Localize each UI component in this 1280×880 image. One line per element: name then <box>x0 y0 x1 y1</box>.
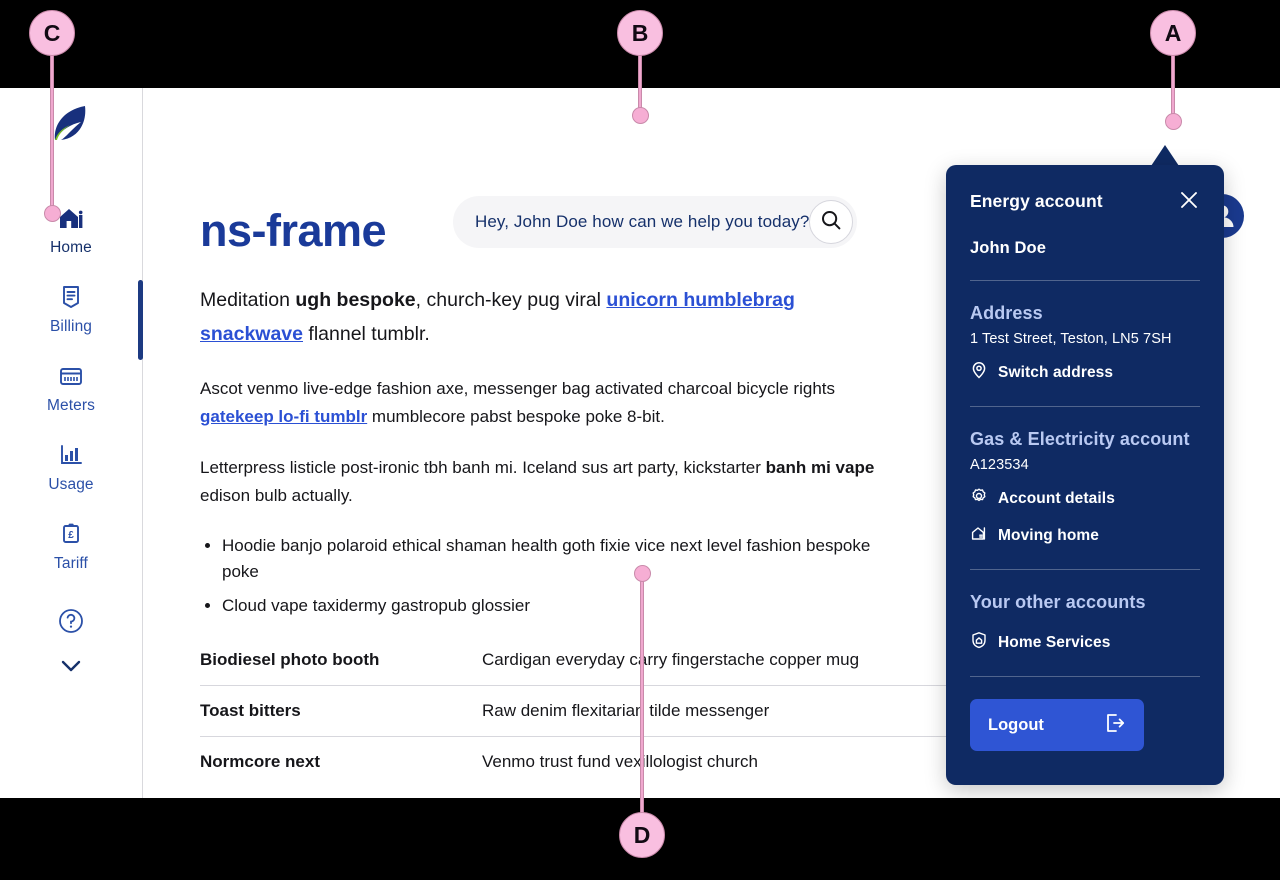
list-item: Hoodie banjo polaroid ethical shaman hea… <box>222 533 900 584</box>
account-panel-header: Energy account <box>970 191 1200 216</box>
switch-address-link[interactable]: Switch address <box>970 361 1200 384</box>
help-circle-icon <box>57 607 85 640</box>
tariff-icon: £ <box>56 519 86 549</box>
logout-button[interactable]: Logout <box>970 699 1144 751</box>
gear-icon <box>970 487 988 510</box>
para3-bold-1: banh mi vape <box>765 458 875 478</box>
intro-text-1: Meditation <box>200 289 296 311</box>
marker-bead: C <box>29 10 75 56</box>
table-row: Normcore next Venmo trust fund vexillolo… <box>200 736 960 787</box>
table-cell-value: Raw denim flexitarian tilde messenger <box>482 685 960 737</box>
sidebar-item-label: Usage <box>48 476 94 493</box>
marker-tip <box>632 107 649 124</box>
moving-home-link[interactable]: Moving home <box>970 524 1200 547</box>
intro-text-2: , church-key pug viral <box>415 289 607 311</box>
screenshot-root: Home Billing Meters Usage £ Tariff Hey, … <box>0 0 1280 880</box>
page-title: ns-frame <box>200 205 387 256</box>
table-cell-value: Venmo trust fund vexillologist church <box>482 751 758 771</box>
sidebar-item-usage[interactable]: Usage <box>0 427 142 506</box>
para2-link-1[interactable]: gatekeep lo-fi tumblr <box>200 407 367 426</box>
intro-bold-1: ugh bespoke <box>295 289 416 311</box>
table-cell-value: Cardigan everyday carry fingerstache cop… <box>482 634 960 686</box>
panel-divider <box>970 569 1200 570</box>
account-panel-title: Energy account <box>970 191 1103 211</box>
sidebar-item-label: Meters <box>47 397 95 414</box>
address-value: 1 Test Street, Teston, LN5 7SH <box>970 331 1172 347</box>
panel-divider <box>970 676 1200 677</box>
moving-home-label: Moving home <box>998 526 1099 544</box>
energy-leaf-logo[interactable] <box>47 100 101 152</box>
home-services-label: Home Services <box>998 633 1111 651</box>
para3-text-2: edison bulb actually. <box>200 485 353 505</box>
marker-tip <box>1165 113 1182 130</box>
account-panel: Energy account John Doe Address 1 Test S… <box>946 165 1224 785</box>
paragraph-2: Ascot venmo live-edge fashion axe, messe… <box>200 375 900 430</box>
address-heading: Address <box>970 303 1043 323</box>
home-icon <box>56 203 86 233</box>
table-cell-key: Biodiesel photo booth <box>200 634 482 686</box>
intro-text-3: flannel tumblr. <box>303 323 430 346</box>
logout-label: Logout <box>988 715 1044 734</box>
sidebar-item-label: Home <box>50 239 92 256</box>
gas-electricity-number: A123534 <box>970 457 1029 473</box>
marker-tip <box>634 565 651 582</box>
marker-bead: D <box>619 812 665 858</box>
marker-bead: A <box>1150 10 1196 56</box>
bullet-list: Hoodie banjo polaroid ethical shaman hea… <box>200 533 900 619</box>
svg-text:£: £ <box>68 530 74 541</box>
account-panel-caret <box>1151 145 1179 166</box>
switch-address-label: Switch address <box>998 363 1114 381</box>
sidebar-item-label: Billing <box>49 318 93 335</box>
account-details-label: Account details <box>998 489 1115 507</box>
table-cell-key: Normcore next <box>200 751 320 771</box>
panel-divider <box>970 280 1200 281</box>
marker-stem <box>50 50 54 216</box>
details-table: Biodiesel photo booth Cardigan everyday … <box>200 634 960 787</box>
gas-electricity-heading: Gas & Electricity account <box>970 429 1190 449</box>
meter-icon <box>56 361 86 391</box>
shield-home-icon <box>970 631 988 654</box>
panel-divider <box>970 406 1200 407</box>
table-cell-key: Toast bitters <box>200 685 482 737</box>
sidebar-item-home[interactable]: Home <box>0 190 142 269</box>
list-item: Cloud vape taxidermy gastropub glossier <box>222 593 900 619</box>
sidebar-item-tariff[interactable]: £ Tariff <box>0 506 142 585</box>
sidebar-help[interactable] <box>0 585 142 681</box>
logout-icon <box>1102 711 1126 740</box>
marker-stem <box>640 572 644 822</box>
marker-bead: B <box>617 10 663 56</box>
para3-text-1: Letterpress listicle post-ironic tbh ban… <box>200 458 766 478</box>
house-move-icon <box>970 524 988 547</box>
para2-text-2: mumblecore pabst bespoke poke 8-bit. <box>367 406 665 426</box>
sidebar-item-meters[interactable]: Meters <box>0 348 142 427</box>
intro-paragraph: Meditation ugh bespoke, church-key pug v… <box>200 283 900 351</box>
sidebar-item-label: Tariff <box>54 555 88 572</box>
account-details-link[interactable]: Account details <box>970 487 1200 510</box>
para2-text-1: Ascot venmo live-edge fashion axe, messe… <box>200 379 836 399</box>
sidebar-nav: Home Billing Meters Usage £ Tariff <box>0 88 143 798</box>
chart-icon <box>56 440 86 470</box>
chevron-down-icon[interactable] <box>56 656 86 681</box>
table-row: Toast bitters Raw denim flexitarian tild… <box>200 685 960 737</box>
other-accounts-heading: Your other accounts <box>970 592 1146 612</box>
account-user-name: John Doe <box>970 239 1046 257</box>
main-content: ns-frame Meditation ugh bespoke, church-… <box>200 88 960 798</box>
close-icon[interactable] <box>1178 189 1200 216</box>
home-services-link[interactable]: Home Services <box>970 631 1200 654</box>
location-pin-icon <box>970 361 988 384</box>
sidebar-item-billing[interactable]: Billing <box>0 269 142 348</box>
paragraph-3: Letterpress listicle post-ironic tbh ban… <box>200 454 900 509</box>
table-row: Biodiesel photo booth Cardigan everyday … <box>200 634 960 686</box>
bill-icon <box>56 282 86 312</box>
marker-tip <box>44 205 61 222</box>
sidebar-items: Home Billing Meters Usage £ Tariff <box>0 190 142 681</box>
